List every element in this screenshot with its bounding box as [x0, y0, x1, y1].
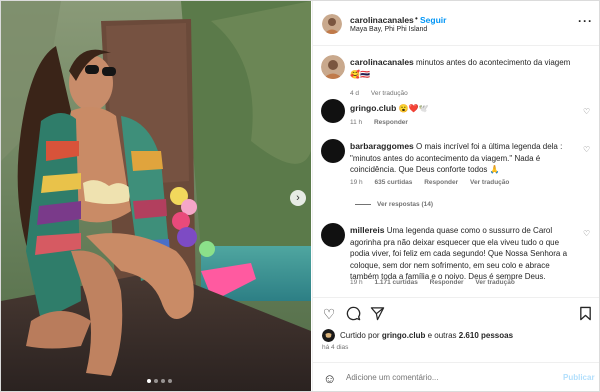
add-comment-input[interactable] [346, 373, 546, 382]
separator-dot: • [415, 14, 418, 23]
post-date[interactable]: há 4 dias [322, 344, 348, 351]
comment-text: millereis Uma legenda quase como o sussu… [350, 225, 578, 283]
carousel-dot [154, 379, 158, 383]
post-details-panel: carolinacanales • Seguir Maya Bay, Phi P… [312, 1, 599, 391]
bookmark-icon[interactable] [577, 306, 593, 322]
comment-body: 😮❤️🕊️ [398, 104, 429, 113]
post-header: carolinacanales • Seguir Maya Bay, Phi P… [313, 1, 599, 46]
add-comment-bar: ☺ Publicar [313, 362, 599, 391]
view-replies-link[interactable]: Ver respostas (14) [355, 201, 433, 208]
comment-item: millereis Uma legenda quase como o sussu… [313, 222, 599, 297]
commenter-avatar[interactable] [321, 99, 345, 123]
carousel-indicator [147, 379, 172, 383]
reply-link[interactable]: Responder [430, 279, 464, 286]
comment-likes[interactable]: 635 curtidas [374, 179, 412, 186]
comment-text: gringo.club 😮❤️🕊️ [350, 103, 578, 115]
comment-text: barbaraggomes O mais incrível foi a últi… [350, 141, 578, 176]
liked-by: Curtido por gringo.club e outras 2.610 p… [322, 329, 513, 342]
comment-item: barbaraggomes O mais incrível foi a últi… [313, 138, 599, 208]
instagram-post-window: › carolinacanales • Seguir Maya Bay, Phi… [0, 0, 600, 392]
comment-time[interactable]: 19 h [350, 179, 363, 186]
commenter-avatar[interactable] [321, 223, 345, 247]
caption-username[interactable]: carolinacanales [350, 57, 414, 67]
caption: carolinacanales minutos antes do acontec… [313, 55, 599, 97]
heart-icon[interactable]: ♡ [321, 306, 337, 322]
comment-username[interactable]: millereis [350, 225, 385, 235]
liker-avatar[interactable] [322, 329, 335, 342]
comment-icon[interactable] [345, 306, 361, 322]
comment-like-heart-icon[interactable]: ♡ [583, 145, 590, 154]
caption-time[interactable]: 4 d [350, 90, 359, 97]
comment-like-heart-icon[interactable]: ♡ [583, 107, 590, 116]
comment-username[interactable]: gringo.club [350, 103, 396, 113]
reply-link[interactable]: Responder [374, 119, 408, 126]
author-avatar[interactable] [321, 55, 345, 79]
translate-link[interactable]: Ver tradução [470, 179, 509, 186]
post-photo[interactable]: › [1, 1, 311, 391]
comment-time[interactable]: 11 h [350, 119, 362, 126]
likes-count[interactable]: 2.610 pessoas [459, 331, 513, 340]
comment-item: gringo.club 😮❤️🕊️ 11 h Responder ♡ [313, 98, 599, 128]
photo-illustration [1, 1, 311, 391]
comment-meta: 11 h Responder [350, 119, 418, 126]
comments-list: carolinacanales minutos antes do acontec… [313, 47, 599, 297]
comment-meta: 19 h 635 curtidas Responder Ver tradução [350, 179, 519, 186]
carousel-dot [147, 379, 151, 383]
caption-translate-link[interactable]: Ver tradução [371, 90, 408, 97]
comment-time[interactable]: 19 h [350, 279, 363, 286]
follow-button[interactable]: Seguir [420, 15, 446, 25]
comment-like-heart-icon[interactable]: ♡ [583, 229, 590, 238]
comment-likes[interactable]: 1.171 curtidas [374, 279, 417, 286]
comment-meta: 19 h 1.171 curtidas Responder Ver traduç… [350, 279, 525, 286]
comment-username[interactable]: barbaraggomes [350, 141, 414, 151]
caption-body: minutos antes do acontecimento da viagem [416, 58, 571, 67]
carousel-dot [161, 379, 165, 383]
caption-text: carolinacanales minutos antes do acontec… [350, 57, 578, 80]
author-avatar[interactable] [322, 14, 342, 34]
emoji-icon[interactable]: ☺ [323, 372, 336, 386]
commenter-avatar[interactable] [321, 139, 345, 163]
reply-link[interactable]: Responder [424, 179, 458, 186]
caption-emojis: 🥰🇹🇭 [350, 69, 370, 79]
next-photo-button[interactable]: › [290, 190, 306, 206]
more-options-icon[interactable]: ··· [578, 14, 593, 28]
liked-by-and: e outras [427, 331, 457, 340]
translate-link[interactable]: Ver tradução [475, 279, 514, 286]
post-location[interactable]: Maya Bay, Phi Phi Island [350, 26, 427, 33]
carousel-dot [168, 379, 172, 383]
send-icon[interactable] [369, 306, 385, 322]
liked-by-user[interactable]: gringo.club [382, 331, 426, 340]
caption-meta: 4 d Ver tradução [350, 90, 418, 97]
liked-by-prefix: Curtido por [340, 331, 380, 340]
post-actions: ♡ Curtido por gringo.club e outras 2.610… [313, 297, 599, 391]
chevron-right-icon: › [296, 191, 300, 204]
publish-button[interactable]: Publicar [563, 373, 595, 382]
author-username[interactable]: carolinacanales [350, 15, 414, 25]
